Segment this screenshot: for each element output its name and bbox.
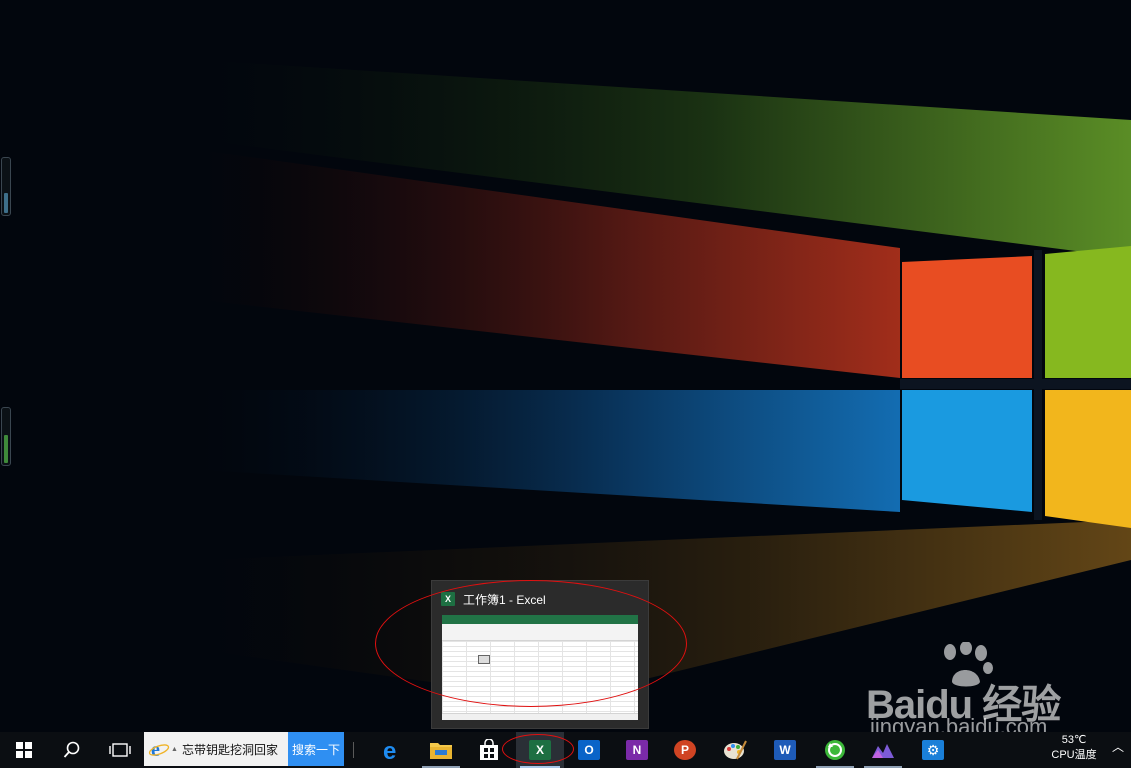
edge-icon: e: [383, 738, 396, 762]
search-icon: [63, 741, 80, 758]
360-security-icon: [825, 740, 845, 760]
show-hidden-icons-chevron-up-icon[interactable]: ︿: [1112, 738, 1124, 755]
thumbnail-statusbar: [442, 713, 638, 720]
taskbar-separator: [353, 742, 354, 758]
annotation-ellipse-preview: [375, 580, 687, 707]
paint-palette-icon: [724, 740, 747, 760]
settings-gear-icon: ⚙: [922, 740, 944, 760]
outlook-icon: O: [578, 740, 600, 760]
powerpoint-icon: P: [674, 740, 696, 760]
taskbar-app-media[interactable]: [860, 732, 906, 768]
search-button[interactable]: [48, 732, 96, 768]
cpu-temperature-value: 53℃: [1061, 734, 1087, 746]
folder-icon: [430, 743, 452, 759]
cpu-temperature-label: CPU温度: [1051, 749, 1097, 761]
windows-logo-icon: [16, 742, 32, 758]
side-meter-top-fill: [4, 193, 8, 213]
side-meter-bottom-fill: [4, 435, 8, 463]
start-button[interactable]: [0, 732, 48, 768]
cpu-temperature-widget[interactable]: 53℃ CPU温度: [1046, 733, 1102, 767]
media-app-icon: [872, 744, 894, 758]
taskbar-app-paint[interactable]: [712, 732, 758, 768]
search-submit-button[interactable]: 搜索一下: [288, 732, 344, 766]
task-view-button[interactable]: [96, 732, 144, 768]
taskbar-app-onenote[interactable]: N: [614, 732, 660, 768]
onenote-icon: N: [626, 740, 648, 760]
web-search-box[interactable]: e ▲ 忘带钥匙挖洞回家: [144, 732, 288, 766]
taskbar-app-settings[interactable]: ⚙: [910, 732, 956, 768]
annotation-ellipse-excel-button: [502, 734, 574, 764]
side-meter-bottom: [1, 407, 11, 466]
taskbar-app-file-explorer[interactable]: [418, 732, 464, 768]
task-view-icon: [109, 743, 131, 757]
store-bag-icon: [480, 739, 498, 760]
taskbar-app-powerpoint[interactable]: P: [662, 732, 708, 768]
word-icon: W: [774, 740, 796, 760]
svg-text:e: e: [383, 738, 396, 762]
side-meter-top: [1, 157, 11, 216]
search-query-text: 忘带钥匙挖洞回家: [181, 742, 278, 757]
taskbar-app-360[interactable]: [812, 732, 858, 768]
taskbar-app-word[interactable]: W: [762, 732, 808, 768]
ie-icon: e: [148, 739, 170, 760]
taskbar-app-edge[interactable]: e: [370, 732, 416, 768]
dropdown-caret-icon[interactable]: ▲: [171, 746, 178, 753]
